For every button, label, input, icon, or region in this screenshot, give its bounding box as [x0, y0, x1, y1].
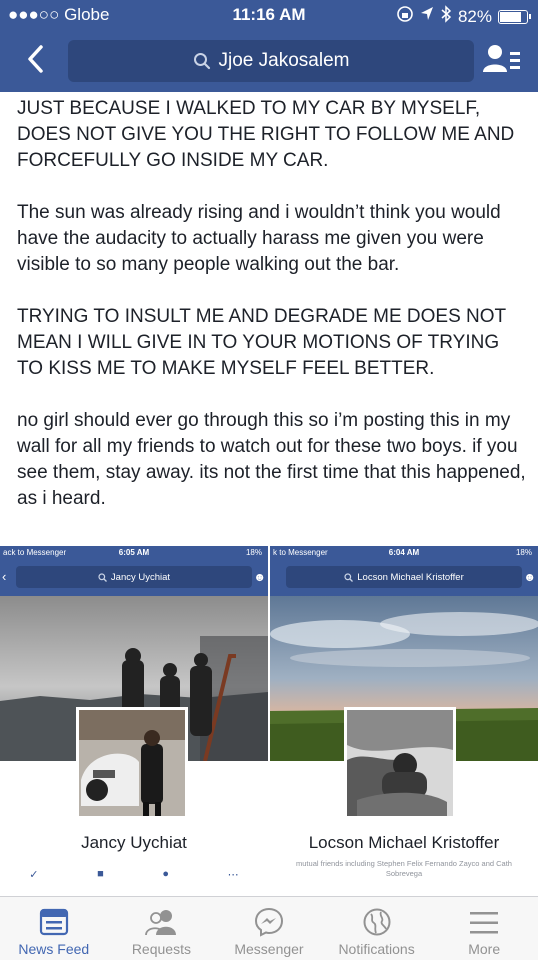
profile-actions: ✓ ■ ● ⋯: [0, 868, 268, 881]
profile-name: Locson Michael Kristoffer: [308, 833, 500, 852]
mini-status-bar: ack to Messenger 6:05 AM 18%: [0, 546, 268, 560]
follow-action-icon: ■: [97, 868, 104, 880]
tab-label: Requests: [131, 941, 191, 957]
messenger-icon: [254, 907, 283, 937]
app-header: ●●●○○ Globe 11:16 AM 82% Jjoe Jakosalem: [0, 0, 538, 92]
location-icon: [420, 6, 434, 27]
tab-bar: News Feed Requests Messenger Notificatio…: [0, 896, 538, 960]
post-paragraph-4: no girl should ever go through this so i…: [17, 410, 526, 509]
mini-clock: 6:04 AM: [388, 548, 420, 557]
profile-list-icon: [483, 45, 520, 72]
tab-messenger[interactable]: Messenger: [215, 897, 323, 960]
mini-battery: 18%: [515, 548, 532, 557]
tab-label: More: [468, 941, 501, 957]
battery-fill: [500, 11, 522, 22]
status-bar: ●●●○○ Globe 11:16 AM 82%: [0, 0, 538, 32]
mini-search-query: Locson Michael Kristoffer: [357, 571, 464, 583]
profile-picture-image: [79, 710, 185, 816]
globe-icon: [363, 908, 391, 936]
menu-icon: [470, 912, 499, 934]
profile-picture: [344, 707, 456, 819]
mini-search-bar: Locson Michael Kristoffer: [286, 566, 522, 588]
mini-profile-icon: ☻: [253, 570, 266, 584]
tab-requests[interactable]: Requests: [108, 897, 216, 960]
mini-chevron-left-icon: ‹: [2, 569, 7, 584]
mutual-friends-text: mutual friends including Stephen Felix F…: [296, 859, 512, 878]
profile-screenshot-left[interactable]: ack to Messenger 6:05 AM 18% ‹ Jancy Uyc…: [0, 546, 268, 896]
back-button[interactable]: [20, 44, 50, 82]
search-query: Jjoe Jakosalem: [218, 50, 350, 71]
friends-action-icon: ✓: [29, 869, 39, 881]
tab-label: Notifications: [338, 941, 415, 957]
tab-more[interactable]: More: [430, 897, 538, 960]
profile-picture: [76, 707, 188, 819]
mini-battery: 18%: [245, 548, 262, 557]
battery-percent: 82%: [457, 6, 492, 26]
more-action-icon: ⋯: [227, 869, 239, 881]
lock-rotation-icon: [396, 5, 414, 28]
mini-search-query: Jancy Uychiat: [110, 571, 171, 583]
mini-nav-bar: Locson Michael Kristoffer ☻: [270, 560, 538, 596]
tab-label: News Feed: [18, 941, 90, 957]
bluetooth-icon: [440, 5, 452, 28]
mini-search-icon: [344, 572, 354, 582]
profile-name: Jancy Uychiat: [81, 833, 187, 852]
search-bar[interactable]: Jjoe Jakosalem: [68, 40, 474, 82]
profile-menu-button[interactable]: [482, 42, 522, 78]
message-action-icon: ●: [162, 868, 170, 880]
tab-news-feed[interactable]: News Feed: [0, 897, 108, 960]
status-right: 82%: [396, 5, 531, 28]
post-paragraph-1: JUST BECAUSE I WALKED TO MY CAR BY MYSEL…: [17, 98, 515, 171]
battery-icon: [498, 9, 531, 24]
mini-nav-bar: ‹ Jancy Uychiat ☻: [0, 560, 268, 596]
tab-notifications[interactable]: Notifications: [323, 897, 431, 960]
search-icon: [193, 53, 210, 70]
tab-label: Messenger: [234, 941, 304, 957]
mini-clock: 6:05 AM: [118, 548, 150, 557]
post-body: JUST BECAUSE I WALKED TO MY CAR BY MYSEL…: [17, 96, 527, 538]
mini-search-bar: Jancy Uychiat: [16, 566, 252, 588]
mini-search-icon: [98, 572, 107, 582]
post-paragraph-3: TRYING TO INSULT ME AND DEGRADE ME DOES …: [17, 306, 506, 379]
profile-picture-image: [347, 710, 453, 816]
friend-requests-icon: [145, 910, 177, 936]
nav-bar: Jjoe Jakosalem: [0, 36, 538, 86]
news-feed-icon: [39, 908, 68, 936]
profile-screenshot-right[interactable]: k to Messenger 6:04 AM 18% Locson Michae…: [270, 546, 538, 896]
mini-status-bar: k to Messenger 6:04 AM 18%: [270, 546, 538, 560]
post-paragraph-2: The sun was already rising and i wouldn’…: [17, 202, 501, 275]
mini-profile-icon: ☻: [523, 570, 536, 584]
chevron-left-icon: [28, 45, 43, 73]
